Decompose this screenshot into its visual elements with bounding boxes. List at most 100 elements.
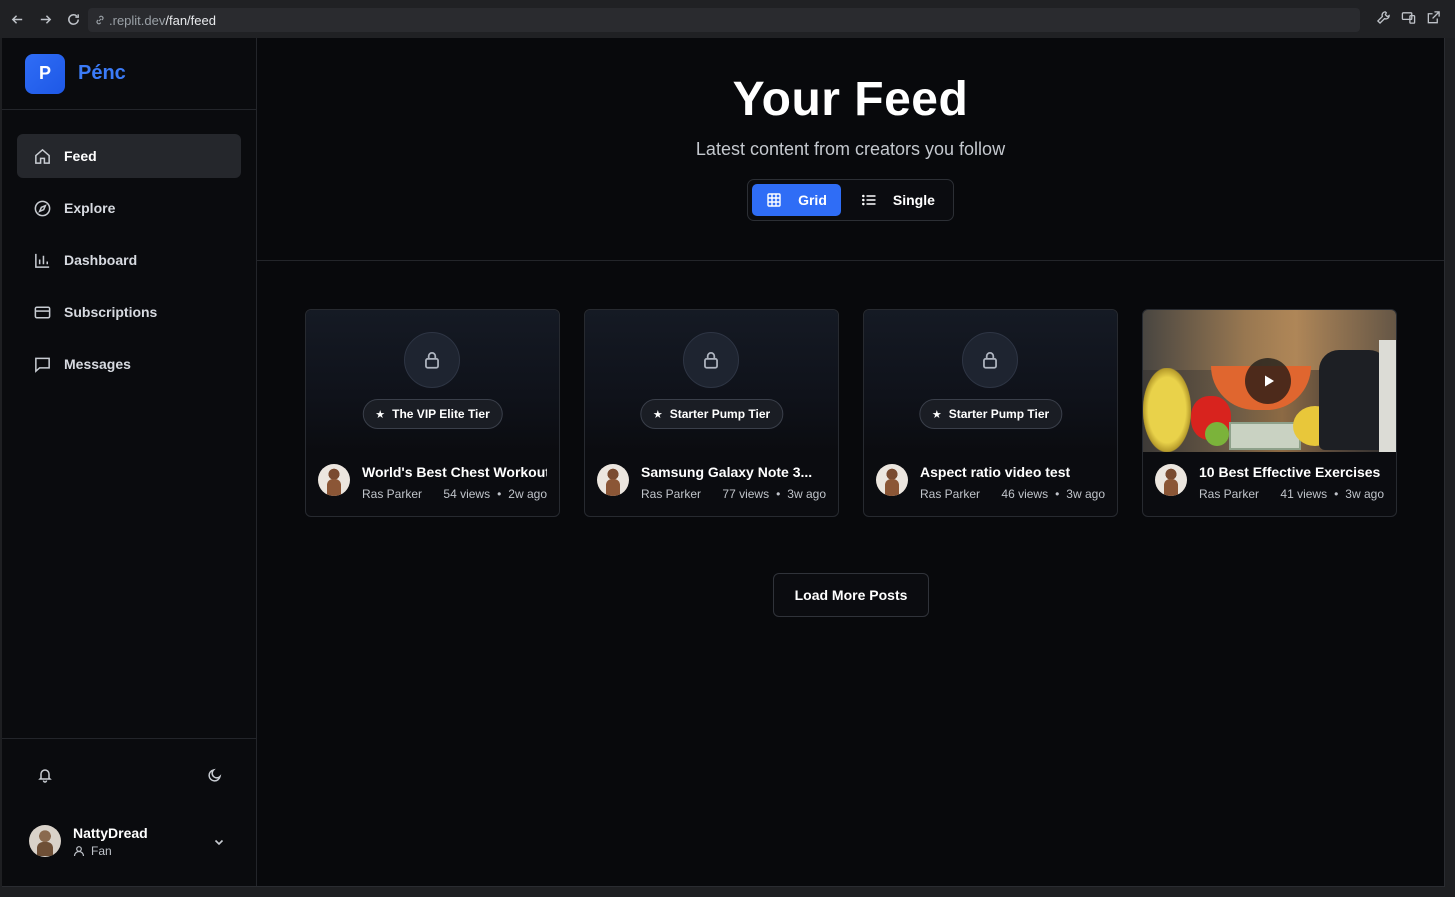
post-age: 3w ago [1345, 487, 1384, 501]
address-bar[interactable]: .replit.dev/fan/feed [88, 8, 1360, 32]
bar-chart-icon [35, 253, 50, 268]
tier-badge[interactable]: ★ The VIP Elite Tier [362, 399, 503, 429]
lock-icon [683, 332, 739, 388]
sidebar-footer: NattyDread Fan [2, 738, 256, 886]
user-name: NattyDread [73, 824, 148, 841]
compass-icon [34, 200, 51, 216]
post-views: 54 views [443, 487, 491, 501]
post-title[interactable]: Aspect ratio video test [920, 464, 1105, 480]
post-author[interactable]: Ras Parker [362, 487, 422, 501]
card-icon [34, 306, 51, 318]
lock-icon [962, 332, 1018, 388]
external-link-icon[interactable] [1426, 10, 1441, 25]
sidebar-item-dashboard[interactable]: Dashboard [17, 238, 241, 282]
feed-header: Your Feed Latest content from creators y… [257, 38, 1444, 261]
post-views: 41 views [1280, 487, 1328, 501]
separator-dot: • [1055, 487, 1060, 501]
single-view-label: Single [892, 192, 935, 208]
browser-toolbar: .replit.dev/fan/feed [0, 0, 1455, 38]
sidebar-item-messages[interactable]: Messages [17, 342, 241, 386]
sidebar-nav: Feed Explore Dashboard Subscriptions Mes… [2, 110, 256, 386]
grid-view-button[interactable]: Grid [752, 184, 841, 216]
post-title[interactable]: 10 Best Effective Exercises T... [1199, 464, 1384, 480]
reload-icon[interactable] [59, 5, 87, 33]
link-icon [96, 15, 104, 25]
separator-dot: • [497, 487, 502, 501]
grid-view-label: Grid [798, 192, 827, 208]
sidebar-item-subscriptions[interactable]: Subscriptions [17, 290, 241, 334]
thumbnail-lime [1205, 422, 1229, 446]
tier-badge[interactable]: ★ Starter Pump Tier [918, 399, 1063, 429]
post-author[interactable]: Ras Parker [1199, 487, 1259, 501]
sidebar-item-label: Dashboard [64, 252, 138, 268]
list-icon [861, 194, 876, 206]
load-more-button[interactable]: Load More Posts [773, 573, 929, 617]
avatar[interactable] [876, 464, 908, 496]
tier-label: Starter Pump Tier [669, 407, 771, 421]
brand-logo: P [25, 53, 65, 94]
locked-thumbnail: ★ Starter Pump Tier [585, 310, 838, 452]
single-view-button[interactable]: Single [847, 184, 949, 216]
grid-icon [767, 193, 781, 207]
wrench-icon[interactable] [1376, 10, 1391, 25]
post-meta: Samsung Galaxy Note 3... Ras Parker 77 v… [585, 452, 838, 501]
user-role: Fan [73, 844, 148, 858]
separator-dot: • [1334, 487, 1339, 501]
post-card[interactable]: ★ Starter Pump Tier Samsung Galaxy Note … [584, 309, 839, 517]
post-meta: Aspect ratio video test Ras Parker 46 vi… [864, 452, 1117, 501]
star-icon: ★ [375, 408, 386, 421]
main-content: Your Feed Latest content from creators y… [257, 38, 1444, 886]
user-role-label: Fan [91, 843, 112, 858]
home-icon [35, 148, 50, 164]
star-icon: ★ [931, 408, 942, 421]
sidebar-item-explore[interactable]: Explore [17, 186, 241, 230]
url-host: .replit.dev [109, 12, 166, 28]
user-info: NattyDread Fan [73, 825, 148, 858]
post-title[interactable]: Samsung Galaxy Note 3... [641, 464, 826, 480]
post-meta: 10 Best Effective Exercises T... Ras Par… [1143, 452, 1396, 501]
post-card[interactable]: ★ The VIP Elite Tier World's Best Chest … [305, 309, 560, 517]
post-author[interactable]: Ras Parker [641, 487, 701, 501]
forward-icon[interactable] [31, 5, 59, 33]
post-card[interactable]: 10 Best Effective Exercises T... Ras Par… [1142, 309, 1397, 517]
user-menu[interactable]: NattyDread Fan [2, 811, 256, 871]
brand[interactable]: P Pénc [2, 38, 256, 110]
url-path: /fan/feed [165, 12, 216, 28]
tier-badge[interactable]: ★ Starter Pump Tier [639, 399, 784, 429]
sidebar-item-label: Explore [64, 200, 116, 216]
post-age: 3w ago [1066, 487, 1105, 501]
star-icon: ★ [652, 408, 663, 421]
post-views: 46 views [1001, 487, 1049, 501]
avatar[interactable] [597, 464, 629, 496]
post-age: 2w ago [508, 487, 547, 501]
chevron-down-icon[interactable] [212, 835, 226, 849]
back-icon[interactable] [3, 5, 31, 33]
avatar[interactable] [1155, 464, 1187, 496]
devices-icon[interactable] [1401, 10, 1416, 25]
thumbnail-bananas [1143, 368, 1191, 452]
moon-icon[interactable] [207, 767, 223, 783]
sidebar-item-feed[interactable]: Feed [17, 134, 241, 178]
bell-icon[interactable] [37, 767, 53, 783]
avatar [29, 825, 61, 857]
post-card[interactable]: ★ Starter Pump Tier Aspect ratio video t… [863, 309, 1118, 517]
avatar[interactable] [318, 464, 350, 496]
page-subtitle: Latest content from creators you follow [695, 139, 1006, 159]
post-title[interactable]: World's Best Chest Workout [362, 464, 547, 480]
post-age: 3w ago [787, 487, 826, 501]
quick-actions [2, 739, 256, 811]
browser-tools [1376, 10, 1441, 25]
locked-thumbnail: ★ Starter Pump Tier [864, 310, 1117, 452]
post-author[interactable]: Ras Parker [920, 487, 980, 501]
user-icon [73, 845, 85, 856]
locked-thumbnail: ★ The VIP Elite Tier [306, 310, 559, 452]
app-window: P Pénc Feed Explore Dashboard Subscripti… [2, 38, 1445, 887]
page-title: Your Feed [732, 73, 969, 126]
play-icon [1265, 375, 1274, 387]
sidebar-item-label: Subscriptions [64, 304, 158, 320]
tier-label: The VIP Elite Tier [392, 407, 490, 421]
post-grid: ★ The VIP Elite Tier World's Best Chest … [305, 309, 1397, 517]
lock-icon [404, 332, 460, 388]
video-thumbnail[interactable] [1143, 310, 1396, 452]
play-button[interactable] [1245, 358, 1291, 404]
